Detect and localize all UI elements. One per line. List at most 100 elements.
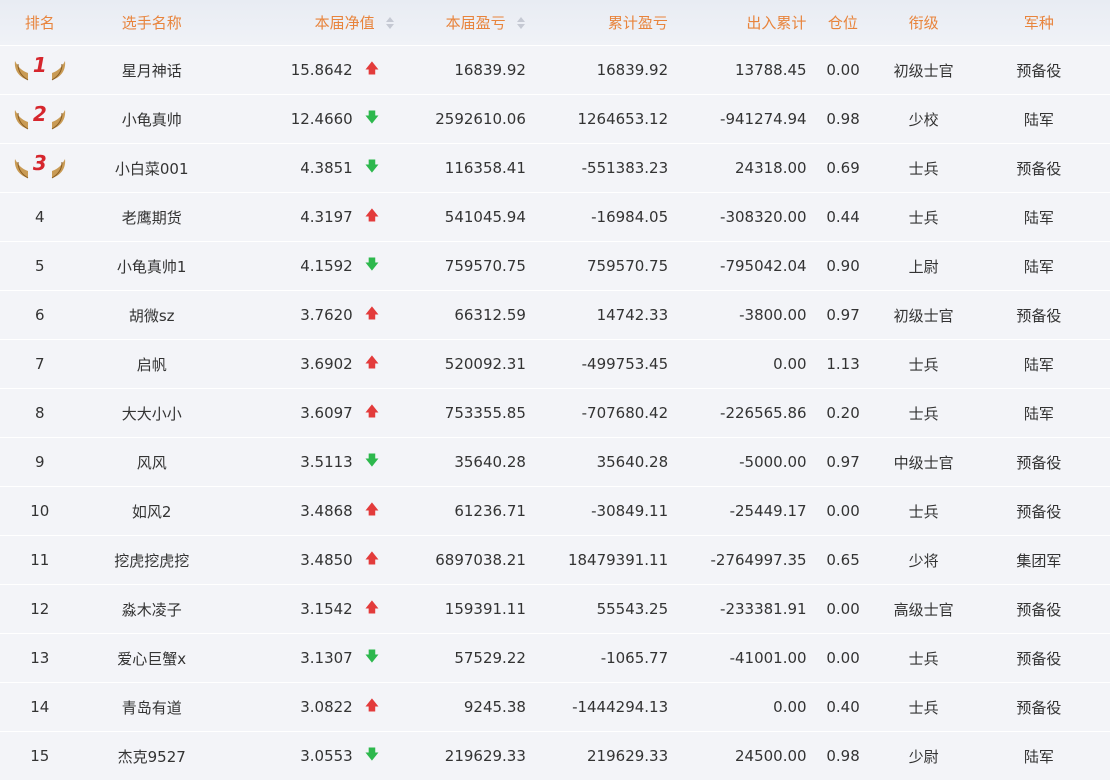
position-value: 0.00 xyxy=(826,502,860,520)
position-value: 0.97 xyxy=(826,453,860,471)
table-row[interactable]: 15 杰克9527 3.0553 🡇 219629.33 219629.33 2… xyxy=(0,732,1110,781)
rank-cell: 12 xyxy=(0,600,80,618)
cum-pnl-value: -551383.23 xyxy=(581,159,669,177)
io-total-value: -226565.86 xyxy=(720,404,807,422)
arrow-up-icon: 🡅 xyxy=(364,61,380,77)
rank-title-value: 士兵 xyxy=(908,698,939,717)
player-name[interactable]: 爱心巨蟹x xyxy=(80,648,224,669)
trend-cell: 🡅 xyxy=(357,548,395,572)
arrow-up-icon: 🡅 xyxy=(364,208,380,224)
arm-value: 预备役 xyxy=(1016,61,1062,80)
table-row[interactable]: 12 淼木凌子 3.1542 🡅 159391.11 55543.25 -233… xyxy=(0,585,1110,634)
cum-pnl-value: 14742.33 xyxy=(596,306,669,324)
position-value: 0.00 xyxy=(826,649,860,667)
arm-value: 预备役 xyxy=(1016,600,1062,619)
arm-value: 陆军 xyxy=(1023,747,1054,766)
arrow-down-icon: 🡇 xyxy=(364,257,380,273)
nav-value: 3.0553 xyxy=(300,747,353,765)
player-name[interactable]: 大大小小 xyxy=(80,403,224,424)
cum-pnl-value: -1444294.13 xyxy=(572,698,669,716)
table-row[interactable]: 13 爱心巨蟹x 3.1307 🡇 57529.22 -1065.77 -410… xyxy=(0,634,1110,683)
table-row[interactable]: 9 风风 3.5113 🡇 35640.28 35640.28 -5000.00… xyxy=(0,438,1110,487)
player-name[interactable]: 星月神话 xyxy=(80,60,224,81)
rank-number: 6 xyxy=(35,306,45,324)
pnl-value: 6897038.21 xyxy=(435,551,526,569)
arm-value: 预备役 xyxy=(1016,698,1062,717)
pnl-value: 35640.28 xyxy=(454,453,526,471)
arm-value: 集团军 xyxy=(1016,551,1062,570)
table-row[interactable]: 10 如风2 3.4868 🡅 61236.71 -30849.11 -2544… xyxy=(0,487,1110,536)
arm-value: 陆军 xyxy=(1023,355,1054,374)
nav-value: 3.5113 xyxy=(300,453,353,471)
player-name[interactable]: 胡微sz xyxy=(80,305,224,326)
player-name[interactable]: 杰克9527 xyxy=(80,746,224,767)
table-row[interactable]: 14 青岛有道 3.0822 🡅 9245.38 -1444294.13 0.0… xyxy=(0,683,1110,732)
rank-title-value: 中级士官 xyxy=(893,453,954,472)
player-name[interactable]: 小白菜001 xyxy=(80,158,224,179)
laurel-wings-icon: 1 xyxy=(12,53,68,83)
rank-number: 3 xyxy=(32,151,47,175)
player-name[interactable]: 小龟真帅 xyxy=(80,109,224,130)
table-row[interactable]: 7 启帆 3.6902 🡅 520092.31 -499753.45 0.00 … xyxy=(0,340,1110,389)
player-name[interactable]: 启帆 xyxy=(80,354,224,375)
nav-value: 4.3197 xyxy=(300,208,353,226)
position-value: 0.20 xyxy=(826,404,860,422)
pnl-value: 16839.92 xyxy=(454,61,526,79)
table-row[interactable]: 8 大大小小 3.6097 🡅 753355.85 -707680.42 -22… xyxy=(0,389,1110,438)
rank-cell: 13 xyxy=(0,649,80,667)
arrow-up-icon: 🡅 xyxy=(364,355,380,371)
rank-title-value: 初级士官 xyxy=(893,306,954,325)
rank-title-value: 少尉 xyxy=(908,747,939,766)
table-row[interactable]: 1 星月神话 15.8642 🡅 16839.92 16839.92 13788… xyxy=(0,46,1110,95)
header-pnl-sort[interactable]: 本届盈亏 xyxy=(395,12,526,33)
header-arm: 军种 xyxy=(1023,14,1054,32)
arm-value: 预备役 xyxy=(1016,453,1062,472)
io-total-value: -2764997.35 xyxy=(710,551,807,569)
sort-icon[interactable] xyxy=(516,16,526,30)
trend-cell: 🡇 xyxy=(357,107,395,131)
sort-icon[interactable] xyxy=(385,16,395,30)
player-name[interactable]: 青岛有道 xyxy=(80,697,224,718)
nav-value: 12.4660 xyxy=(290,110,353,128)
table-row[interactable]: 11 挖虎挖虎挖 3.4850 🡅 6897038.21 18479391.11… xyxy=(0,536,1110,585)
rank-cell: 8 xyxy=(0,404,80,422)
table-row[interactable]: 5 小龟真帅1 4.1592 🡇 759570.75 759570.75 -79… xyxy=(0,242,1110,291)
cum-pnl-value: -499753.45 xyxy=(581,355,669,373)
rank-cell: 1 xyxy=(0,53,80,87)
arrow-up-icon: 🡅 xyxy=(364,502,380,518)
header-nav-sort[interactable]: 本届净值 xyxy=(224,12,395,33)
rank-cell: 15 xyxy=(0,747,80,765)
player-name[interactable]: 如风2 xyxy=(80,501,224,522)
position-value: 0.97 xyxy=(826,306,860,324)
nav-value: 4.3851 xyxy=(300,159,353,177)
rank-title-value: 高级士官 xyxy=(893,600,954,619)
table-row[interactable]: 2 小龟真帅 12.4660 🡇 2592610.06 1264653.12 -… xyxy=(0,95,1110,144)
trend-cell: 🡇 xyxy=(357,744,395,768)
table-row[interactable]: 3 小白菜001 4.3851 🡇 116358.41 -551383.23 2… xyxy=(0,144,1110,193)
nav-value: 3.1307 xyxy=(300,649,353,667)
rank-title-value: 士兵 xyxy=(908,159,939,178)
rank-number: 5 xyxy=(35,257,45,275)
rank-title-value: 士兵 xyxy=(908,404,939,423)
player-name[interactable]: 挖虎挖虎挖 xyxy=(80,550,224,571)
player-name[interactable]: 小龟真帅1 xyxy=(80,256,224,277)
table-row[interactable]: 6 胡微sz 3.7620 🡅 66312.59 14742.33 -3800.… xyxy=(0,291,1110,340)
table-row[interactable]: 4 老鹰期货 4.3197 🡅 541045.94 -16984.05 -308… xyxy=(0,193,1110,242)
header-rank: 排名 xyxy=(24,14,55,32)
pnl-value: 753355.85 xyxy=(444,404,526,422)
player-name[interactable]: 风风 xyxy=(80,452,224,473)
trend-cell: 🡅 xyxy=(357,499,395,523)
nav-value: 3.4868 xyxy=(300,502,353,520)
arrow-up-icon: 🡅 xyxy=(364,551,380,567)
player-name[interactable]: 淼木凌子 xyxy=(80,599,224,620)
arm-value: 陆军 xyxy=(1023,110,1054,129)
player-name[interactable]: 老鹰期货 xyxy=(80,207,224,228)
trend-cell: 🡇 xyxy=(357,646,395,670)
rank-cell: 6 xyxy=(0,306,80,324)
cum-pnl-value: 1264653.12 xyxy=(577,110,669,128)
rank-title-value: 士兵 xyxy=(908,355,939,374)
position-value: 0.65 xyxy=(826,551,860,569)
pnl-value: 66312.59 xyxy=(454,306,526,324)
rank-number: 8 xyxy=(35,404,45,422)
io-total-value: -5000.00 xyxy=(739,453,807,471)
